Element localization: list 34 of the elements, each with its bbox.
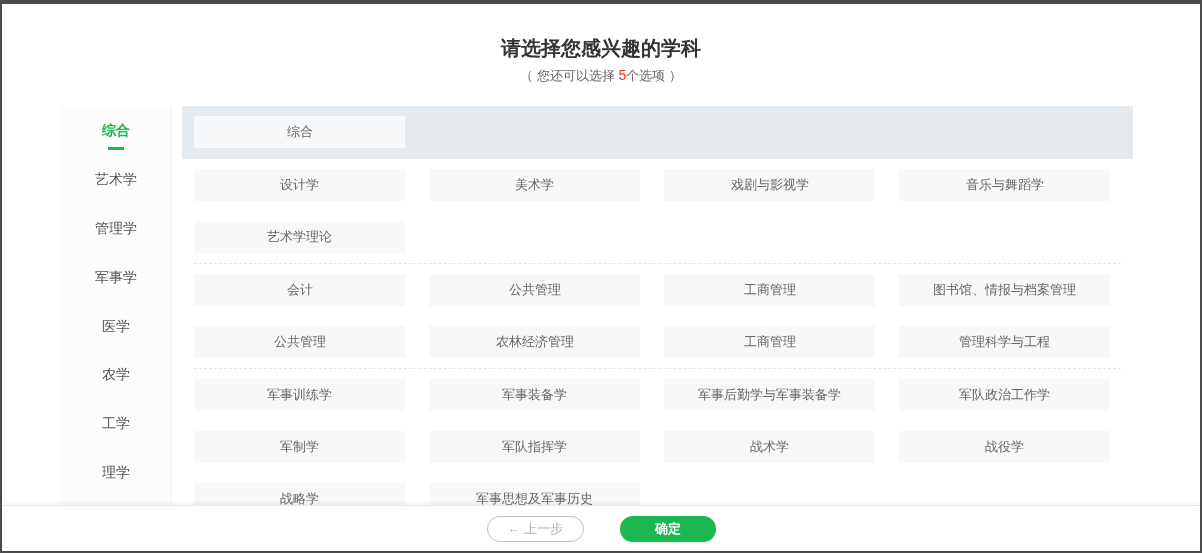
subject-option[interactable]: 管理科学与工程 [899, 326, 1110, 358]
subject-option[interactable]: 戏剧与影视学 [664, 169, 875, 201]
subject-option[interactable]: 艺术学理论 [194, 221, 405, 253]
subject-option[interactable]: 工商管理 [664, 326, 875, 358]
dialog-title: 请选择您感兴趣的学科 [501, 36, 701, 61]
sidebar-item[interactable]: 医学 [101, 315, 130, 336]
subject-option[interactable]: 公共管理 [429, 274, 640, 306]
subject-option[interactable]: 军队政治工作学 [899, 379, 1110, 411]
subject-option[interactable]: 战役学 [899, 431, 1110, 463]
subject-option[interactable]: 军队指挥学 [429, 431, 640, 463]
subject-option[interactable]: 公共管理 [194, 326, 405, 358]
sidebar-item[interactable]: 理学 [101, 462, 130, 483]
subject-option[interactable]: 军事训练学 [194, 379, 405, 411]
sidebar-item[interactable]: 工学 [101, 413, 130, 434]
subject-option[interactable]: 农林经济管理 [429, 326, 640, 358]
subject-option[interactable]: 会计 [194, 274, 405, 306]
subject-option[interactable]: 工商管理 [664, 274, 875, 306]
subject-option[interactable]: 战略学 [194, 483, 405, 505]
subject-option[interactable]: 音乐与舞蹈学 [899, 169, 1110, 201]
subject-option[interactable]: 军事装备学 [429, 379, 640, 411]
subject-option[interactable]: 图书馆、情报与档案管理 [899, 274, 1110, 306]
subject-option[interactable]: 设计学 [194, 169, 405, 201]
sidebar-item[interactable]: 艺术学 [94, 168, 137, 189]
sidebar-item[interactable]: 管理学 [94, 217, 137, 238]
subject-option[interactable]: 军事思想及军事历史 [429, 483, 640, 505]
active-underline [107, 147, 124, 150]
sidebar-item[interactable]: 农学 [101, 364, 130, 385]
sidebar-item[interactable]: 军事学 [94, 266, 137, 287]
dialog-subtitle: （ 您还可以选择 5个选项 ） [520, 66, 682, 85]
subject-option[interactable]: 美术学 [429, 169, 640, 201]
subject-option[interactable]: 军制学 [194, 431, 405, 463]
subject-option[interactable]: 军事后勤学与军事装备学 [664, 379, 875, 411]
subject-option[interactable]: 综合 [194, 116, 405, 148]
subject-option[interactable]: 战术学 [664, 431, 875, 463]
